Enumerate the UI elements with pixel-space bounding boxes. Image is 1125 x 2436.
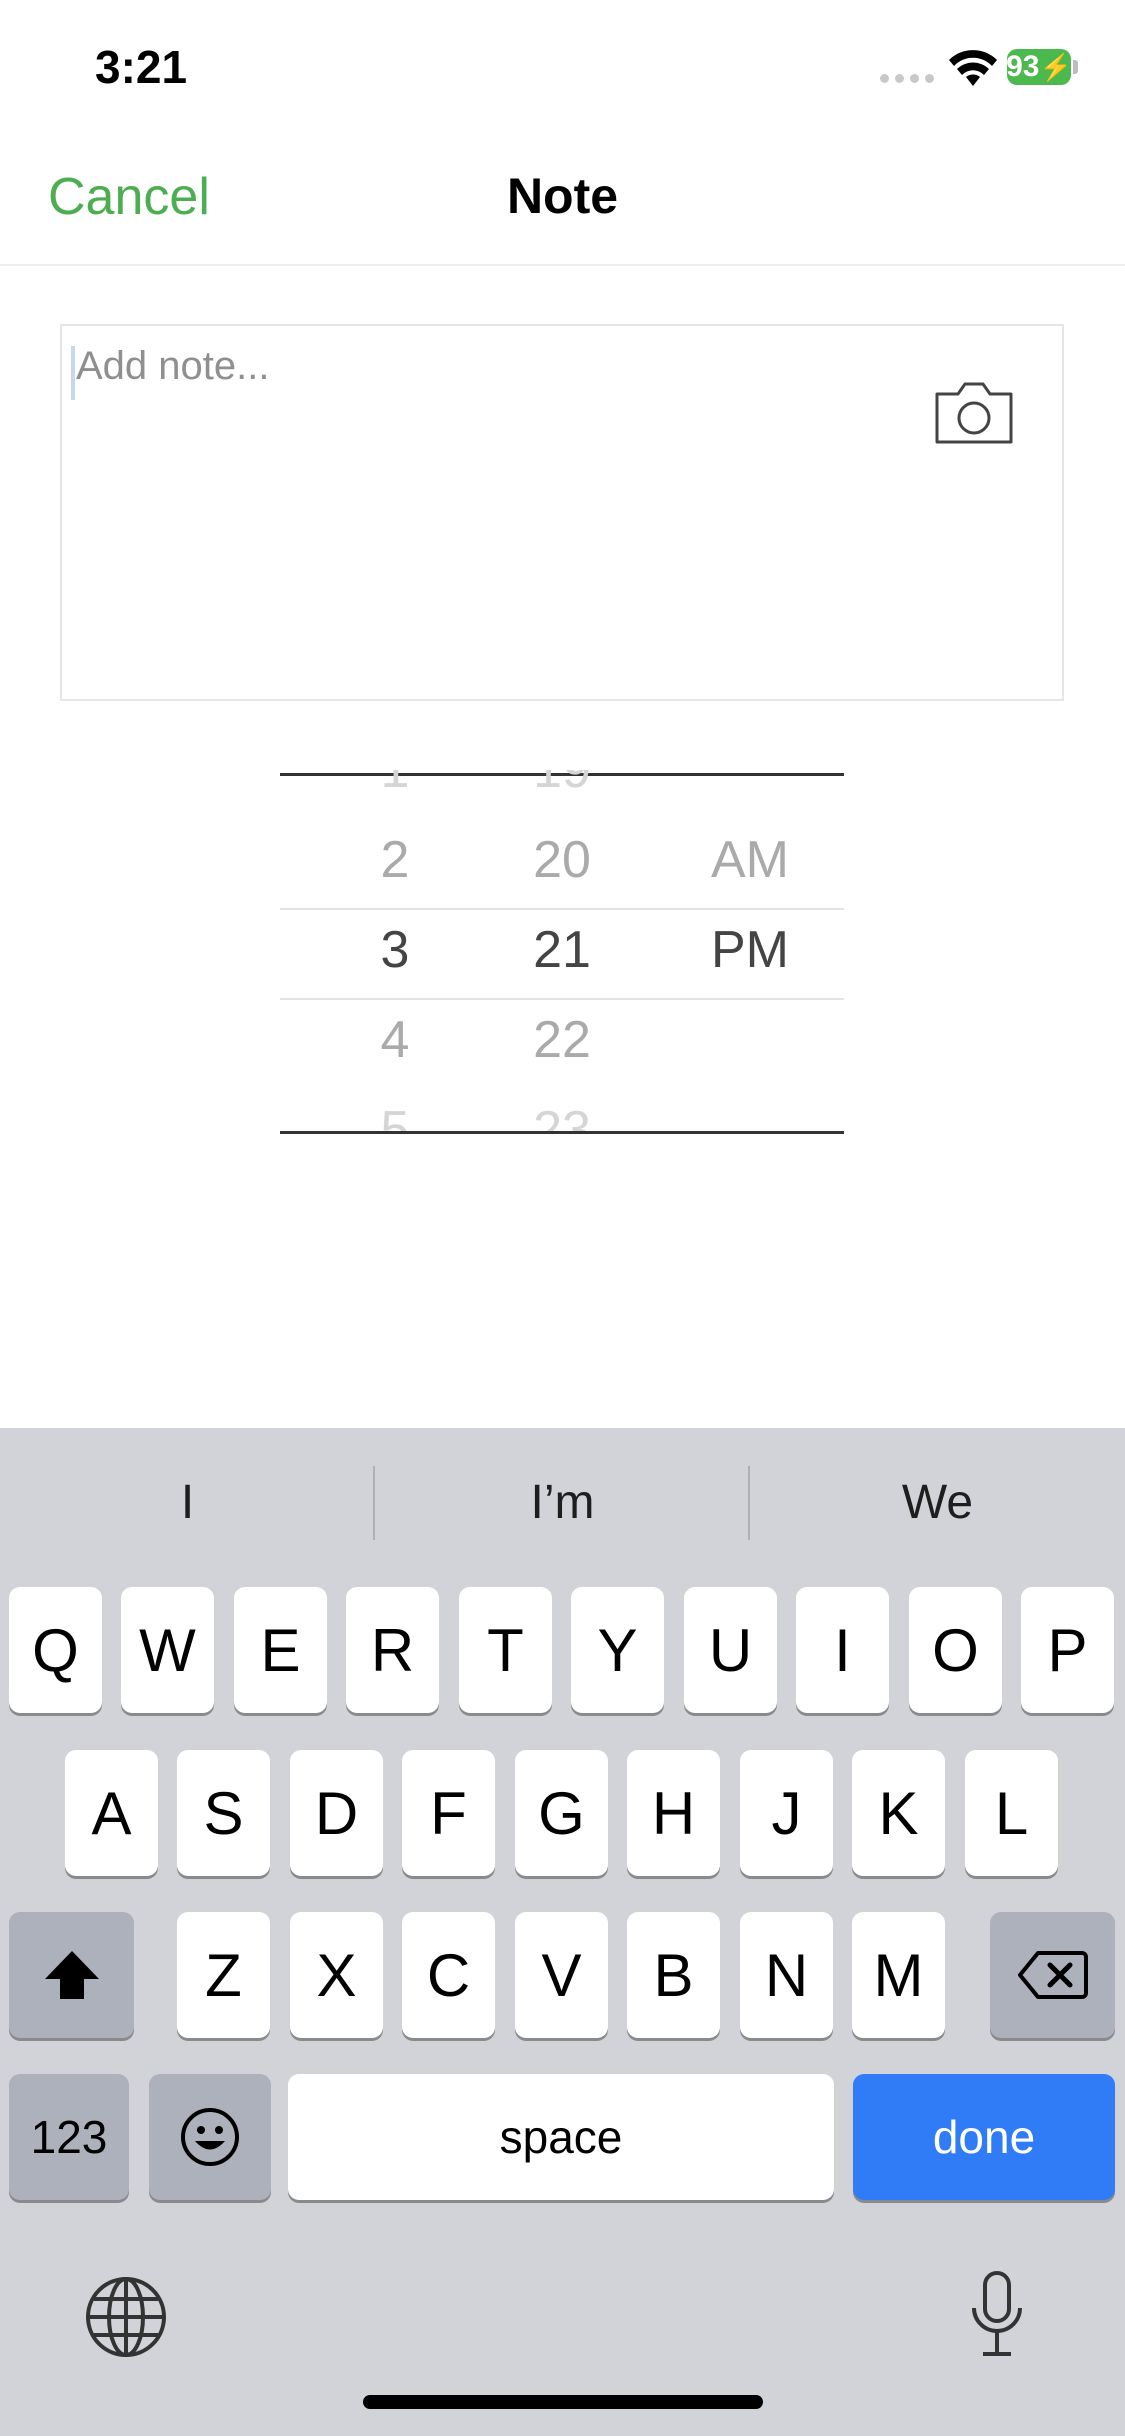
picker-hour[interactable]: 2 <box>315 830 475 890</box>
key-u[interactable]: U <box>684 1587 777 1713</box>
battery-icon: 93 ⚡ <box>1006 49 1072 85</box>
picker-bottom-border <box>280 1131 844 1134</box>
camera-icon[interactable] <box>934 380 1014 446</box>
key-i[interactable]: I <box>796 1587 889 1713</box>
picker-hour-selected[interactable]: 3 <box>315 920 475 980</box>
key-h[interactable]: H <box>627 1750 720 1876</box>
shift-key[interactable] <box>9 1912 134 2038</box>
picker-minute[interactable]: 19 <box>482 770 642 800</box>
time-picker[interactable]: 1 2 3 4 5 19 20 21 22 23 AM PM <box>280 770 844 1134</box>
key-v[interactable]: V <box>515 1912 608 2038</box>
emoji-key[interactable] <box>149 2074 271 2200</box>
picker-period[interactable]: AM <box>670 830 830 890</box>
picker-hour[interactable]: 4 <box>315 1010 475 1070</box>
globe-icon[interactable] <box>84 2275 168 2359</box>
picker-minute-selected[interactable]: 21 <box>482 920 642 980</box>
key-d[interactable]: D <box>290 1750 383 1876</box>
key-o[interactable]: O <box>909 1587 1002 1713</box>
shift-arrow-icon <box>44 1951 99 1999</box>
key-n[interactable]: N <box>740 1912 833 2038</box>
key-f[interactable]: F <box>402 1750 495 1876</box>
key-b[interactable]: B <box>627 1912 720 2038</box>
key-s[interactable]: S <box>177 1750 270 1876</box>
backspace-icon <box>1017 1951 1088 1999</box>
key-a[interactable]: A <box>65 1750 158 1876</box>
cancel-button[interactable]: Cancel <box>48 167 210 227</box>
key-y[interactable]: Y <box>571 1587 664 1713</box>
delete-key[interactable] <box>990 1912 1115 2038</box>
key-k[interactable]: K <box>852 1750 945 1876</box>
home-indicator[interactable] <box>363 2395 763 2409</box>
battery-nub <box>1073 60 1078 74</box>
text-cursor <box>71 346 75 400</box>
key-p[interactable]: P <box>1021 1587 1114 1713</box>
key-x[interactable]: X <box>290 1912 383 2038</box>
note-input[interactable] <box>76 344 876 389</box>
key-r[interactable]: R <box>346 1587 439 1713</box>
picker-period-selected[interactable]: PM <box>670 920 830 980</box>
microphone-icon[interactable] <box>967 2270 1027 2358</box>
key-c[interactable]: C <box>402 1912 495 2038</box>
key-t[interactable]: T <box>459 1587 552 1713</box>
key-l[interactable]: L <box>965 1750 1058 1876</box>
key-g[interactable]: G <box>515 1750 608 1876</box>
picker-minute[interactable]: 20 <box>482 830 642 890</box>
nav-divider <box>0 264 1125 266</box>
picker-minute[interactable]: 22 <box>482 1010 642 1070</box>
space-key[interactable]: space <box>288 2074 834 2200</box>
done-key[interactable]: done <box>853 2074 1115 2200</box>
suggestion-1[interactable]: I <box>0 1475 375 1530</box>
picker-hour[interactable]: 1 <box>315 770 475 800</box>
key-e[interactable]: E <box>234 1587 327 1713</box>
key-z[interactable]: Z <box>177 1912 270 2038</box>
picker-hour[interactable]: 5 <box>315 1100 475 1134</box>
status-time: 3:21 <box>95 41 188 93</box>
battery-level: 93 <box>1006 50 1040 83</box>
numbers-key[interactable]: 123 <box>9 2074 129 2200</box>
key-q[interactable]: Q <box>9 1587 102 1713</box>
key-w[interactable]: W <box>121 1587 214 1713</box>
picker-minute[interactable]: 23 <box>482 1100 642 1134</box>
cellular-signal-icon <box>880 74 935 84</box>
wifi-icon <box>949 50 997 86</box>
suggestion-3[interactable]: We <box>750 1475 1125 1530</box>
emoji-icon <box>181 2108 239 2166</box>
key-j[interactable]: J <box>740 1750 833 1876</box>
suggestion-2[interactable]: I’m <box>375 1475 750 1530</box>
key-m[interactable]: M <box>852 1912 945 2038</box>
